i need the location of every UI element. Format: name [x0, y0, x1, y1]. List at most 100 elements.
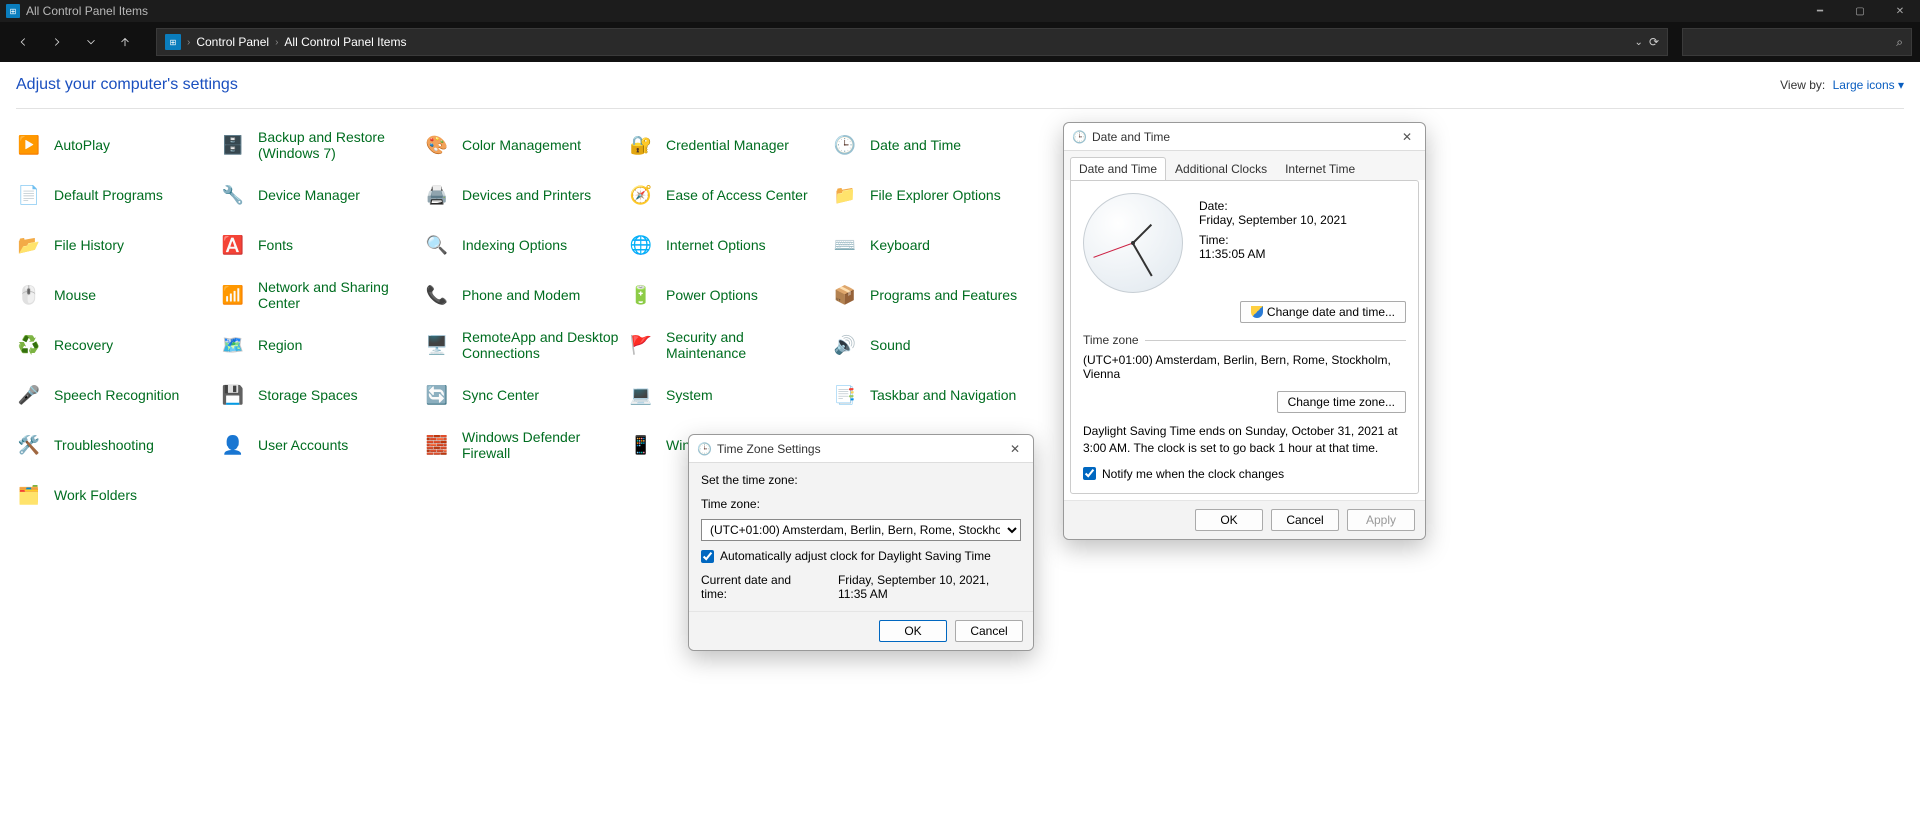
- item-label[interactable]: Sound: [870, 337, 910, 353]
- cp-item[interactable]: 🎨Color Management: [424, 125, 628, 165]
- cp-item[interactable]: 📂File History: [16, 225, 220, 265]
- item-label[interactable]: Backup and Restore (Windows 7): [258, 129, 418, 161]
- item-label[interactable]: Default Programs: [54, 187, 163, 203]
- cp-item[interactable]: ⌨️Keyboard: [832, 225, 1036, 265]
- cp-item[interactable]: 📞Phone and Modem: [424, 275, 628, 315]
- address-bar[interactable]: ⊞ › Control Panel › All Control Panel It…: [156, 28, 1668, 56]
- item-label[interactable]: Taskbar and Navigation: [870, 387, 1016, 403]
- auto-dst-checkbox-input[interactable]: [701, 550, 714, 563]
- back-button[interactable]: [8, 28, 38, 56]
- notify-checkbox[interactable]: Notify me when the clock changes: [1083, 467, 1406, 481]
- recent-dropdown[interactable]: [76, 28, 106, 56]
- item-label[interactable]: Phone and Modem: [462, 287, 580, 303]
- item-label[interactable]: File History: [54, 237, 124, 253]
- cancel-button[interactable]: Cancel: [955, 620, 1023, 642]
- auto-dst-checkbox[interactable]: Automatically adjust clock for Daylight …: [701, 549, 1021, 563]
- item-label[interactable]: Speech Recognition: [54, 387, 179, 403]
- cp-item[interactable]: 🧱Windows Defender Firewall: [424, 425, 628, 465]
- item-label[interactable]: Security and Maintenance: [666, 329, 826, 361]
- cp-item[interactable]: ♻️Recovery: [16, 325, 220, 365]
- cp-item[interactable]: 🗂️Work Folders: [16, 475, 220, 515]
- viewby-value[interactable]: Large icons ▾: [1833, 78, 1904, 92]
- item-label[interactable]: Devices and Printers: [462, 187, 591, 203]
- search-input[interactable]: ⌕: [1682, 28, 1912, 56]
- breadcrumb-current[interactable]: All Control Panel Items: [284, 35, 406, 49]
- maximize-button[interactable]: ▢: [1840, 0, 1880, 22]
- item-label[interactable]: RemoteApp and Desktop Connections: [462, 329, 622, 361]
- cp-item[interactable]: 🛠️Troubleshooting: [16, 425, 220, 465]
- item-label[interactable]: Ease of Access Center: [666, 187, 808, 203]
- item-label[interactable]: System: [666, 387, 713, 403]
- tab-internet-time[interactable]: Internet Time: [1276, 157, 1364, 180]
- item-label[interactable]: Region: [258, 337, 302, 353]
- item-label[interactable]: Storage Spaces: [258, 387, 358, 403]
- item-label[interactable]: Recovery: [54, 337, 113, 353]
- cancel-button[interactable]: Cancel: [1271, 509, 1339, 531]
- cp-item[interactable]: 🕒Date and Time: [832, 125, 1036, 165]
- cp-item[interactable]: 👤User Accounts: [220, 425, 424, 465]
- cp-item[interactable]: 🔐Credential Manager: [628, 125, 832, 165]
- item-label[interactable]: Work Folders: [54, 487, 137, 503]
- cp-item[interactable]: ▶️AutoPlay: [16, 125, 220, 165]
- ok-button[interactable]: OK: [879, 620, 947, 642]
- item-label[interactable]: Power Options: [666, 287, 758, 303]
- item-label[interactable]: Credential Manager: [666, 137, 789, 153]
- item-label[interactable]: Keyboard: [870, 237, 930, 253]
- item-label[interactable]: Sync Center: [462, 387, 539, 403]
- cp-item[interactable]: 🔍Indexing Options: [424, 225, 628, 265]
- forward-button[interactable]: [42, 28, 72, 56]
- breadcrumb-root[interactable]: Control Panel: [196, 35, 269, 49]
- item-label[interactable]: Indexing Options: [462, 237, 567, 253]
- cp-item[interactable]: 📄Default Programs: [16, 175, 220, 215]
- cp-item[interactable]: 🅰️Fonts: [220, 225, 424, 265]
- address-dropdown[interactable]: ⌄: [1635, 37, 1643, 48]
- cp-item[interactable]: 🌐Internet Options: [628, 225, 832, 265]
- cp-item[interactable]: 🔄Sync Center: [424, 375, 628, 415]
- cp-item[interactable]: 🚩Security and Maintenance: [628, 325, 832, 365]
- cp-item[interactable]: 🖥️RemoteApp and Desktop Connections: [424, 325, 628, 365]
- cp-item[interactable]: 🔋Power Options: [628, 275, 832, 315]
- item-label[interactable]: User Accounts: [258, 437, 348, 453]
- cp-item[interactable]: 🧭Ease of Access Center: [628, 175, 832, 215]
- item-label[interactable]: Date and Time: [870, 137, 961, 153]
- change-date-time-button[interactable]: Change date and time...: [1240, 301, 1406, 323]
- tab-date-time[interactable]: Date and Time: [1070, 157, 1166, 180]
- minimize-button[interactable]: ━: [1800, 0, 1840, 22]
- ok-button[interactable]: OK: [1195, 509, 1263, 531]
- close-icon[interactable]: ✕: [1397, 130, 1417, 144]
- cp-item[interactable]: 🖨️Devices and Printers: [424, 175, 628, 215]
- timezone-select[interactable]: (UTC+01:00) Amsterdam, Berlin, Bern, Rom…: [701, 519, 1021, 541]
- item-label[interactable]: AutoPlay: [54, 137, 110, 153]
- apply-button[interactable]: Apply: [1347, 509, 1415, 531]
- item-label[interactable]: Network and Sharing Center: [258, 279, 418, 311]
- item-label[interactable]: Device Manager: [258, 187, 360, 203]
- item-label[interactable]: File Explorer Options: [870, 187, 1001, 203]
- clock-icon: 🕒: [697, 442, 711, 456]
- up-button[interactable]: [110, 28, 140, 56]
- cp-item[interactable]: 🎤Speech Recognition: [16, 375, 220, 415]
- cp-item[interactable]: 💾Storage Spaces: [220, 375, 424, 415]
- cp-item[interactable]: 🗄️Backup and Restore (Windows 7): [220, 125, 424, 165]
- item-label[interactable]: Mouse: [54, 287, 96, 303]
- cp-item[interactable]: 📁File Explorer Options: [832, 175, 1036, 215]
- cp-item[interactable]: 📦Programs and Features: [832, 275, 1036, 315]
- cp-item[interactable]: 📑Taskbar and Navigation: [832, 375, 1036, 415]
- item-label[interactable]: Fonts: [258, 237, 293, 253]
- item-label[interactable]: Color Management: [462, 137, 581, 153]
- tab-additional-clocks[interactable]: Additional Clocks: [1166, 157, 1276, 180]
- close-icon[interactable]: ✕: [1005, 442, 1025, 456]
- item-label[interactable]: Troubleshooting: [54, 437, 154, 453]
- cp-item[interactable]: 💻System: [628, 375, 832, 415]
- cp-item[interactable]: 🗺️Region: [220, 325, 424, 365]
- item-label[interactable]: Windows Defender Firewall: [462, 429, 622, 461]
- item-label[interactable]: Programs and Features: [870, 287, 1017, 303]
- cp-item[interactable]: 🔊Sound: [832, 325, 1036, 365]
- notify-checkbox-input[interactable]: [1083, 467, 1096, 480]
- close-button[interactable]: ✕: [1880, 0, 1920, 22]
- refresh-button[interactable]: ⟳: [1649, 35, 1659, 49]
- item-label[interactable]: Internet Options: [666, 237, 766, 253]
- cp-item[interactable]: 🖱️Mouse: [16, 275, 220, 315]
- cp-item[interactable]: 📶Network and Sharing Center: [220, 275, 424, 315]
- cp-item[interactable]: 🔧Device Manager: [220, 175, 424, 215]
- change-time-zone-button[interactable]: Change time zone...: [1277, 391, 1406, 413]
